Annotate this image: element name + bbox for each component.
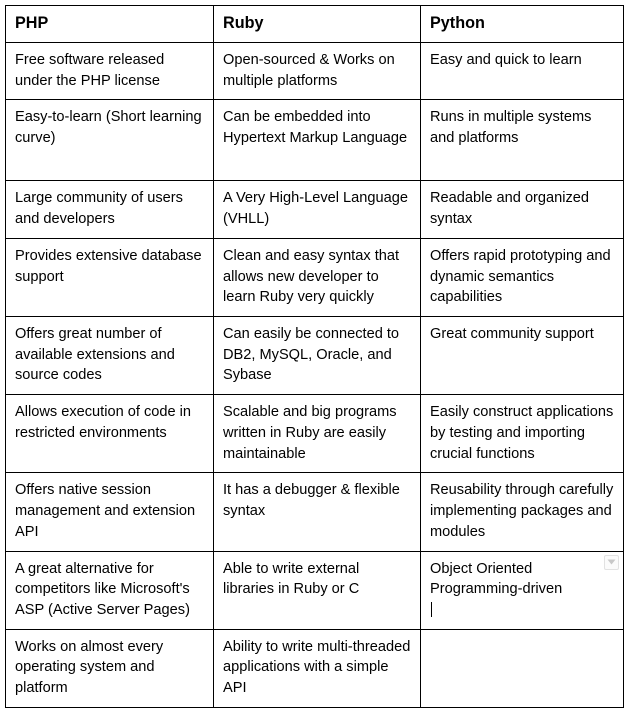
text-cursor xyxy=(431,601,432,617)
column-header-ruby: Ruby xyxy=(213,5,421,43)
cell-text-php: Large community of users and developers xyxy=(15,190,183,228)
column-header-ruby-label: Ruby xyxy=(223,14,264,32)
column-header-python: Python xyxy=(420,5,624,43)
table-row: Offers native session management and ext… xyxy=(5,472,624,552)
cell-text-php: Easy-to-learn (Short learning curve) xyxy=(15,109,202,147)
cell-text-python: Runs in multiple systems and platforms xyxy=(430,109,592,147)
cell-python: Reusability through carefully implementi… xyxy=(420,472,624,552)
cell-text-ruby: Scalable and big programs written in Rub… xyxy=(223,404,397,462)
cell-text-php: Offers native session management and ext… xyxy=(15,482,196,540)
cell-python xyxy=(420,628,624,708)
cell-text-php: Provides extensive database support xyxy=(15,247,202,285)
cell-text-ruby: Clean and easy syntax that allows new de… xyxy=(223,247,400,306)
cell-text-ruby: Open-sourced & Works on multiple platfor… xyxy=(223,52,395,89)
cell-python: Offers rapid prototyping and dynamic sem… xyxy=(420,237,624,318)
cell-php: Allows execution of code in restricted e… xyxy=(5,394,214,474)
cell-text-php: Works on almost every operating system a… xyxy=(15,638,164,697)
cell-text-ruby: A Very High-Level Language (VHLL) xyxy=(223,190,408,228)
cell-text-ruby: Can be embedded into Hypertext Markup La… xyxy=(223,109,408,147)
table-row: Free software released under the PHP lic… xyxy=(5,41,624,101)
cell-text-python: Easily construct applications by testing… xyxy=(430,404,614,462)
cell-python: Great community support xyxy=(420,316,624,396)
cell-text-python: Great community support xyxy=(430,326,594,343)
cell-ruby: Open-sourced & Works on multiple platfor… xyxy=(213,41,421,101)
cell-text-python: Easy and quick to learn xyxy=(430,52,582,68)
table-row: Offers great number of available extensi… xyxy=(5,316,624,396)
cell-text-ruby: Ability to write multi-threaded applicat… xyxy=(223,638,411,697)
cell-text-php: Allows execution of code in restricted e… xyxy=(15,404,192,441)
cell-text-ruby: Can easily be connected to DB2, MySQL, O… xyxy=(223,326,400,384)
cell-php: Provides extensive database support xyxy=(5,237,214,318)
cell-ruby: Clean and easy syntax that allows new de… xyxy=(213,237,421,318)
cell-text-php: Free software released under the PHP lic… xyxy=(15,52,165,89)
table-row: Works on almost every operating system a… xyxy=(5,628,624,708)
cell-text-python: Offers rapid prototyping and dynamic sem… xyxy=(430,247,611,306)
cell-php: Offers great number of available extensi… xyxy=(5,316,214,396)
cell-ruby: Scalable and big programs written in Rub… xyxy=(213,394,421,474)
cell-ruby: Can easily be connected to DB2, MySQL, O… xyxy=(213,316,421,396)
cell-ruby: A Very High-Level Language (VHLL) xyxy=(213,180,421,239)
cell-php: A great alternative for competitors like… xyxy=(5,550,214,630)
cell-ruby: Able to write external libraries in Ruby… xyxy=(213,550,421,630)
cell-text-ruby: It has a debugger & flexible syntax xyxy=(223,482,400,520)
cell-text-python: Object Oriented Programming-driven xyxy=(430,560,563,598)
cell-text-php: Offers great number of available extensi… xyxy=(15,326,175,384)
cell-python: Easily construct applications by testing… xyxy=(420,394,624,474)
table-row: Easy-to-learn (Short learning curve) Can… xyxy=(5,99,624,182)
header-row: PHP Ruby Python xyxy=(5,5,624,43)
cell-ruby: Ability to write multi-threaded applicat… xyxy=(213,628,421,708)
cell-php: Free software released under the PHP lic… xyxy=(5,41,214,101)
table-row: Allows execution of code in restricted e… xyxy=(5,394,624,474)
table-row: Large community of users and developers … xyxy=(5,180,624,239)
table-body: Free software released under the PHP lic… xyxy=(5,41,624,708)
cell-ruby: It has a debugger & flexible syntax xyxy=(213,472,421,552)
cell-php: Offers native session management and ext… xyxy=(5,472,214,552)
table-row: A great alternative for competitors like… xyxy=(5,550,624,630)
cell-ruby: Can be embedded into Hypertext Markup La… xyxy=(213,99,421,182)
cell-python: Runs in multiple systems and platforms xyxy=(420,99,624,182)
cell-text-python: Reusability through carefully implementi… xyxy=(430,482,614,540)
page-root: PHP Ruby Python Free software released u… xyxy=(0,0,633,708)
cell-php: Large community of users and developers xyxy=(5,180,214,239)
table-header: PHP Ruby Python xyxy=(5,5,624,43)
cell-python: Readable and organized syntax xyxy=(420,180,624,239)
cell-text-python: Readable and organized syntax xyxy=(430,190,590,228)
cell-python: Easy and quick to learn xyxy=(420,41,624,101)
cell-php: Works on almost every operating system a… xyxy=(5,628,214,708)
language-comparison-table: PHP Ruby Python Free software released u… xyxy=(5,5,624,708)
cell-text-ruby: Able to write external libraries in Ruby… xyxy=(223,560,360,598)
column-header-php-label: PHP xyxy=(15,14,49,32)
column-header-php: PHP xyxy=(5,5,214,43)
table-row: Provides extensive database support Clea… xyxy=(5,237,624,318)
chevron-down-icon[interactable] xyxy=(604,554,619,570)
cell-php: Easy-to-learn (Short learning curve) xyxy=(5,99,214,182)
column-header-python-label: Python xyxy=(430,14,485,32)
cell-python-editing[interactable]: Object Oriented Programming-driven xyxy=(420,550,624,630)
cell-text-php: A great alternative for competitors like… xyxy=(15,560,190,618)
